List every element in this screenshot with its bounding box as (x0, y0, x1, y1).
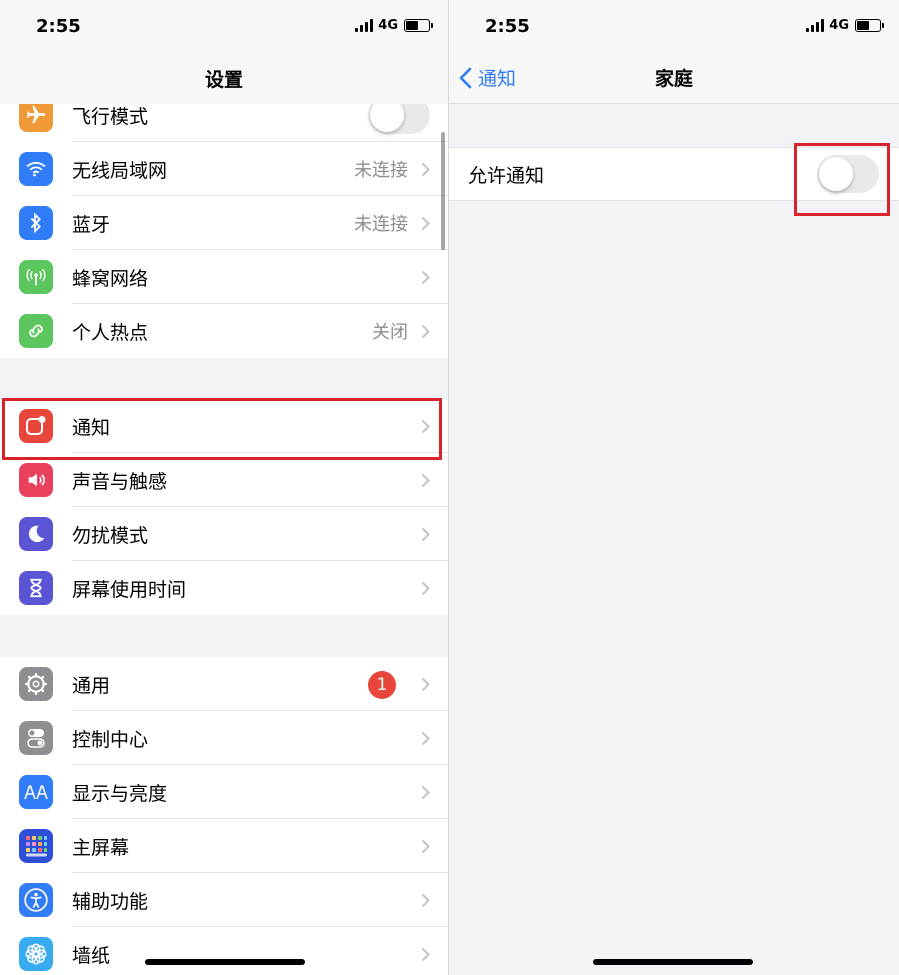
chevron-right-icon (421, 785, 430, 800)
moon-icon (19, 517, 53, 551)
settings-row-value: 未连接 (354, 160, 408, 181)
settings-row-label: 蓝牙 (72, 213, 111, 236)
update-badge: 1 (368, 671, 396, 699)
settings-row-value: 关闭 (372, 322, 408, 343)
chevron-right-icon (421, 473, 430, 488)
app-notification-screen: 2:55 4G 通知 家庭 允许通知 (449, 0, 899, 975)
settings-row-label: 无线局域网 (72, 159, 168, 182)
settings-row-screen-time[interactable]: 屏幕使用时间 (0, 561, 448, 615)
wifi-icon (19, 152, 53, 186)
nav-bar: 通知 家庭 (449, 52, 899, 104)
status-bar-overlay: 2:55 4G (0, 0, 448, 52)
gear-icon (19, 667, 53, 701)
accessibility-icon (19, 883, 53, 917)
settings-row-do-not-disturb[interactable]: 勿扰模式 (0, 507, 448, 561)
settings-row-general[interactable]: 通用 1 (0, 657, 448, 711)
settings-row-hotspot[interactable]: 个人热点 关闭 (0, 304, 448, 358)
page-title: 家庭 (654, 68, 693, 90)
bluetooth-icon (19, 206, 53, 240)
settings-row-label: 飞行模式 (72, 105, 149, 128)
settings-row-home-screen[interactable]: 主屏幕 (0, 819, 448, 873)
battery-icon (855, 19, 884, 32)
status-bar: 2:55 4G (449, 0, 899, 52)
settings-row-value: 未连接 (354, 214, 408, 235)
settings-row-accessibility[interactable]: 辅助功能 (0, 873, 448, 927)
status-time: 2:55 (36, 16, 81, 37)
settings-row-wallpaper[interactable]: 墙纸 (0, 927, 448, 975)
back-button[interactable]: 通知 (459, 64, 516, 91)
settings-row-label: 个人热点 (72, 321, 149, 344)
antenna-icon (19, 260, 53, 294)
settings-row-sounds[interactable]: 声音与触感 (0, 453, 448, 507)
hourglass-icon (19, 571, 53, 605)
scrollbar[interactable] (441, 132, 445, 250)
chevron-right-icon (421, 527, 430, 542)
chevron-right-icon (421, 581, 430, 596)
settings-row-wifi[interactable]: 无线局域网 未连接 (0, 142, 448, 196)
settings-row-label: 墙纸 (72, 944, 111, 967)
cellular-signal-icon (806, 19, 825, 32)
status-indicators: 4G (355, 18, 433, 33)
cellular-signal-icon (355, 19, 374, 32)
chevron-right-icon (421, 216, 430, 231)
settings-row-cellular[interactable]: 蜂窝网络 (0, 250, 448, 304)
back-button-label: 通知 (478, 68, 517, 90)
settings-row-label: 勿扰模式 (72, 524, 149, 547)
chevron-right-icon (421, 270, 430, 285)
settings-screen: 2:55 4G 设置 飞行模式 无线局域网 未连接 (0, 0, 448, 975)
settings-row-control-center[interactable]: 控制中心 (0, 711, 448, 765)
home-indicator[interactable] (593, 959, 753, 965)
settings-group-general: 通用 1 控制中心 显示与亮度 主屏幕 辅助功能 墙纸 (0, 657, 448, 975)
chevron-right-icon (421, 947, 430, 962)
status-indicators: 4G (806, 18, 884, 33)
nav-bar-overlay: 设置 (0, 52, 448, 104)
settings-row-label: 主屏幕 (72, 836, 130, 859)
home-indicator[interactable] (145, 959, 305, 965)
allow-notifications-label: 允许通知 (468, 164, 545, 187)
network-type: 4G (378, 18, 398, 33)
settings-row-label: 通用 (72, 674, 111, 697)
chevron-left-icon (459, 67, 472, 88)
settings-row-label: 辅助功能 (72, 890, 149, 913)
settings-row-bluetooth[interactable]: 蓝牙 未连接 (0, 196, 448, 250)
battery-icon (404, 19, 433, 32)
hotspot-icon (19, 314, 53, 348)
status-time: 2:55 (485, 16, 530, 37)
chevron-right-icon (421, 324, 430, 339)
settings-row-label: 屏幕使用时间 (72, 578, 187, 601)
settings-row-label: 控制中心 (72, 728, 149, 751)
notifications-highlight-box (2, 398, 442, 460)
settings-row-label: 显示与亮度 (72, 782, 168, 805)
page-title: 设置 (204, 68, 243, 91)
home-grid-icon (19, 829, 53, 863)
settings-group-connectivity: 飞行模式 无线局域网 未连接 蓝牙 未连接 蜂窝网络 个人热点 关闭 (0, 88, 448, 358)
settings-row-label: 声音与触感 (72, 470, 168, 493)
network-type: 4G (829, 18, 849, 33)
speaker-icon (19, 463, 53, 497)
settings-row-label: 蜂窝网络 (72, 267, 149, 290)
chevron-right-icon (421, 677, 430, 692)
chevron-right-icon (421, 731, 430, 746)
toggle-highlight-box (794, 143, 890, 216)
flower-icon (19, 937, 53, 971)
settings-row-display[interactable]: 显示与亮度 (0, 765, 448, 819)
chevron-right-icon (421, 162, 430, 177)
text-size-icon (19, 775, 53, 809)
chevron-right-icon (421, 893, 430, 908)
chevron-right-icon (421, 839, 430, 854)
switches-icon (19, 721, 53, 755)
